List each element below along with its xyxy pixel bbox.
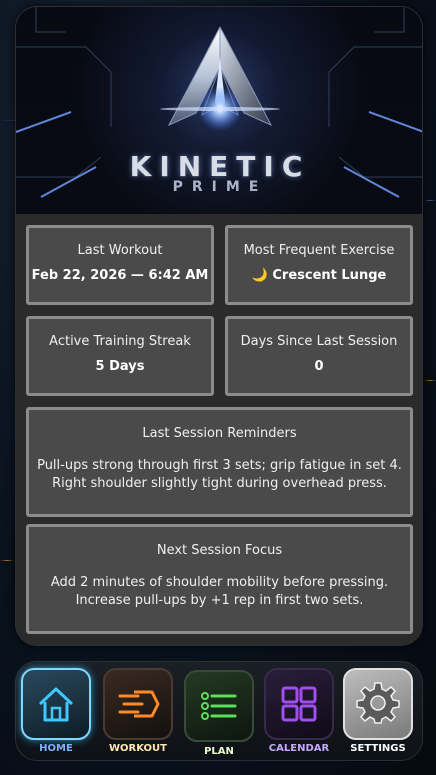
bottom-nav: HOME WORKOUT PLAN CALENDAR SETTINGS [15, 661, 423, 761]
last-workout-card: Last Workout Feb 22, 2026 — 6:42 AM [26, 225, 214, 305]
focus-line: Increase pull-ups by +1 rep in first two… [75, 593, 364, 608]
nav-calendar-button[interactable] [264, 668, 334, 740]
nav-workout-button[interactable] [103, 668, 173, 740]
dashboard-panel: KINETIC PRIME Last Workout Feb 22, 2026 … [15, 6, 423, 646]
most-frequent-exercise-card: Most Frequent Exercise 🌙 Crescent Lunge [225, 225, 413, 305]
card-title: Days Since Last Session [240, 334, 398, 349]
background-streak [0, 560, 14, 561]
background-streak [424, 200, 436, 201]
crescent-moon-icon: 🌙 [251, 268, 268, 283]
nav-home-button[interactable] [21, 668, 91, 740]
background-streak [424, 380, 436, 381]
exercise-name: Crescent Lunge [272, 268, 387, 283]
last-workout-value: Feb 22, 2026 — 6:42 AM [31, 268, 209, 283]
nav-plan-label: PLAN [204, 746, 234, 757]
card-title: Last Workout [77, 243, 163, 258]
most-frequent-value: 🌙 Crescent Lunge [228, 268, 410, 283]
reminder-line: Pull-ups strong through first 3 sets; gr… [37, 458, 402, 473]
streak-value: 5 Days [95, 359, 145, 374]
hero-banner: KINETIC PRIME [16, 7, 422, 214]
list-icon [201, 692, 237, 720]
card-title: Active Training Streak [49, 334, 191, 349]
nav-workout-label: WORKOUT [109, 743, 167, 754]
home-icon [38, 687, 74, 722]
nav-plan-button[interactable] [184, 670, 254, 742]
brand-subtitle: PRIME [172, 179, 268, 195]
nav-home-label: HOME [39, 743, 73, 754]
nav-settings-label: SETTINGS [350, 743, 406, 754]
reminder-line: Right shoulder slightly tight during ove… [52, 476, 387, 491]
next-session-focus-card: Next Session Focus Add 2 minutes of shou… [26, 524, 413, 634]
training-streak-card: Active Training Streak 5 Days [26, 316, 214, 396]
session-reminders-card: Last Session Reminders Pull-ups strong t… [26, 407, 413, 517]
nav-calendar-label: CALENDAR [268, 743, 330, 754]
gear-icon [356, 682, 400, 724]
dash-arrow-icon [118, 690, 160, 718]
days-since-card: Days Since Last Session 0 [225, 316, 413, 396]
focus-line: Add 2 minutes of shoulder mobility befor… [50, 575, 389, 590]
card-title: Most Frequent Exercise [243, 243, 395, 258]
content-area: Last Workout Feb 22, 2026 — 6:42 AM Most… [16, 214, 422, 645]
nav-settings-button[interactable] [343, 668, 413, 740]
grid-icon [281, 686, 317, 722]
card-title: Next Session Focus [156, 543, 283, 558]
card-title: Last Session Reminders [142, 426, 297, 441]
days-since-value: 0 [314, 359, 324, 374]
